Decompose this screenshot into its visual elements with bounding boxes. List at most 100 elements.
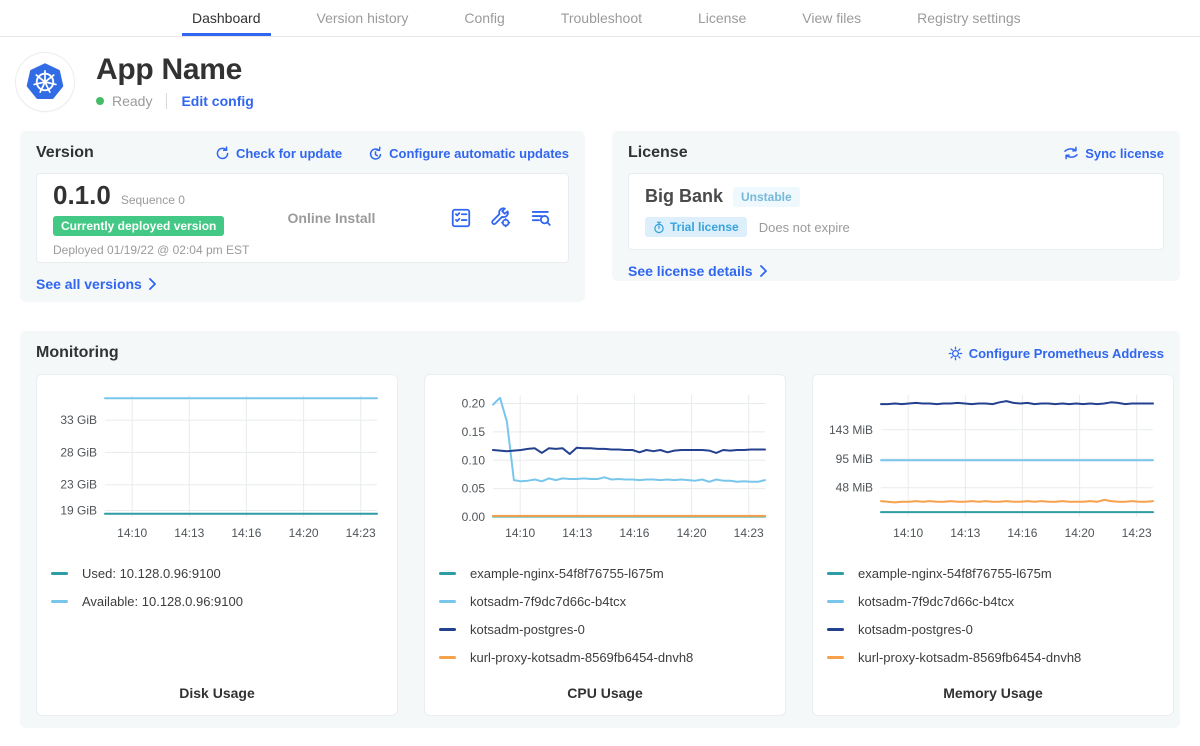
- license-customer-name: Big Bank: [645, 186, 723, 207]
- svg-text:0.20: 0.20: [462, 397, 486, 411]
- top-nav: Dashboard Version history Config Troublesho…: [0, 0, 1200, 37]
- see-license-details-link[interactable]: See license details: [628, 263, 768, 279]
- legend-swatch: [827, 656, 844, 659]
- tab-view-files[interactable]: View files: [792, 0, 871, 36]
- svg-text:14:16: 14:16: [231, 526, 261, 540]
- legend-swatch: [827, 600, 844, 603]
- tab-config[interactable]: Config: [454, 0, 514, 36]
- chart-plot-memory-usage: 14:1014:1314:1614:2014:23143 MiB95 MiB48…: [827, 385, 1159, 551]
- tab-troubleshoot[interactable]: Troubleshoot: [551, 0, 652, 36]
- tab-version-history[interactable]: Version history: [307, 0, 419, 36]
- legend-label: kotsadm-7f9dc7d66c-b4tcx: [858, 594, 1014, 609]
- svg-text:14:10: 14:10: [893, 526, 923, 540]
- license-title: License: [628, 144, 688, 162]
- edit-config-link[interactable]: Edit config: [181, 93, 253, 109]
- legend-item: kotsadm-7f9dc7d66c-b4tcx: [827, 587, 1159, 615]
- version-title: Version: [36, 144, 94, 162]
- legend-swatch: [439, 628, 456, 631]
- license-expiry: Does not expire: [759, 220, 850, 235]
- tab-license[interactable]: License: [688, 0, 756, 36]
- clock-refresh-icon: [368, 146, 383, 161]
- legend-swatch: [439, 656, 456, 659]
- app-header: App Name Ready Edit config: [0, 37, 1200, 111]
- tab-registry-settings[interactable]: Registry settings: [907, 0, 1030, 36]
- chart-title-disk-usage: Disk Usage: [51, 685, 383, 703]
- sync-license-button[interactable]: Sync license: [1063, 146, 1164, 161]
- see-all-versions-link[interactable]: See all versions: [36, 276, 157, 292]
- legend-item: kurl-proxy-kotsadm-8569fb6454-dnvh8: [827, 643, 1159, 671]
- chart-title-cpu-usage: CPU Usage: [439, 685, 771, 703]
- legend-label: Used: 10.128.0.96:9100: [82, 566, 221, 581]
- current-version-card: 0.1.0 Sequence 0 Currently deployed vers…: [36, 173, 569, 263]
- tab-dashboard[interactable]: Dashboard: [182, 0, 271, 36]
- monitoring-title: Monitoring: [36, 344, 119, 362]
- divider: [166, 93, 167, 109]
- chart-plot-cpu-usage: 14:1014:1314:1614:2014:230.200.150.100.0…: [439, 385, 771, 551]
- legend-label: kotsadm-7f9dc7d66c-b4tcx: [470, 594, 626, 609]
- monitoring-section: Monitoring: [20, 331, 1180, 728]
- chart-legend: Used: 10.128.0.96:9100 Available: 10.128.…: [51, 559, 383, 615]
- svg-text:14:10: 14:10: [117, 526, 147, 540]
- license-info-card: Big Bank Unstable Trial l: [628, 173, 1164, 250]
- svg-text:143 MiB: 143 MiB: [829, 423, 873, 437]
- svg-text:33 GiB: 33 GiB: [60, 413, 97, 427]
- legend-label: Available: 10.128.0.96:9100: [82, 594, 243, 609]
- stopwatch-icon: [653, 221, 665, 234]
- trial-license-badge: Trial license: [645, 217, 747, 237]
- legend-item: Used: 10.128.0.96:9100: [51, 559, 383, 587]
- legend-item: example-nginx-54f8f76755-l675m: [439, 559, 771, 587]
- chart-card-memory-usage: 14:1014:1314:1614:2014:23143 MiB95 MiB48…: [812, 374, 1174, 716]
- configure-prometheus-button[interactable]: Configure Prometheus Address: [948, 346, 1164, 361]
- status-dot: [96, 97, 104, 105]
- app-title: App Name: [96, 53, 254, 87]
- svg-text:14:16: 14:16: [619, 526, 649, 540]
- legend-item: example-nginx-54f8f76755-l675m: [827, 559, 1159, 587]
- deploy-logs-search-icon[interactable]: [530, 207, 552, 229]
- svg-text:19 GiB: 19 GiB: [60, 504, 97, 518]
- swap-arrows-icon: [1063, 146, 1079, 160]
- svg-text:14:13: 14:13: [950, 526, 980, 540]
- nav-tabs: Dashboard Version history Config Troublesho…: [182, 0, 1200, 36]
- app-status-row: Ready Edit config: [96, 93, 254, 109]
- chart-card-cpu-usage: 14:1014:1314:1614:2014:230.200.150.100.0…: [424, 374, 786, 716]
- legend-item: kotsadm-postgres-0: [827, 615, 1159, 643]
- refresh-icon: [215, 146, 230, 161]
- legend-item: kotsadm-7f9dc7d66c-b4tcx: [439, 587, 771, 615]
- legend-item: kurl-proxy-kotsadm-8569fb6454-dnvh8: [439, 643, 771, 671]
- chart-title-memory-usage: Memory Usage: [827, 685, 1159, 703]
- legend-item: Available: 10.128.0.96:9100: [51, 587, 383, 615]
- svg-text:0.05: 0.05: [462, 482, 486, 496]
- chart-legend: example-nginx-54f8f76755-l675m kotsadm-7f…: [439, 559, 771, 671]
- chevron-right-icon: [759, 265, 768, 277]
- kubernetes-logo-icon: [16, 53, 74, 111]
- svg-text:14:13: 14:13: [562, 526, 592, 540]
- check-for-update-button[interactable]: Check for update: [215, 146, 342, 161]
- legend-swatch: [51, 600, 68, 603]
- version-sequence: Sequence 0: [121, 193, 185, 207]
- svg-text:23 GiB: 23 GiB: [60, 478, 97, 492]
- svg-text:0.10: 0.10: [462, 453, 486, 467]
- svg-text:14:10: 14:10: [505, 526, 535, 540]
- gear-icon: [948, 346, 963, 361]
- configure-automatic-updates-button[interactable]: Configure automatic updates: [368, 146, 569, 161]
- channel-badge: Unstable: [733, 187, 800, 207]
- svg-text:14:13: 14:13: [174, 526, 204, 540]
- legend-label: example-nginx-54f8f76755-l675m: [858, 566, 1052, 581]
- legend-swatch: [827, 628, 844, 631]
- config-wrench-icon[interactable]: [490, 207, 512, 229]
- preflight-checklist-icon[interactable]: [450, 207, 472, 229]
- legend-swatch: [439, 572, 456, 575]
- legend-label: kotsadm-postgres-0: [470, 622, 585, 637]
- license-card: License Sync license Big Bank: [612, 131, 1180, 281]
- legend-swatch: [51, 572, 68, 575]
- svg-text:14:23: 14:23: [346, 526, 376, 540]
- legend-label: kurl-proxy-kotsadm-8569fb6454-dnvh8: [858, 650, 1081, 665]
- svg-text:95 MiB: 95 MiB: [836, 452, 873, 466]
- svg-text:14:16: 14:16: [1007, 526, 1037, 540]
- svg-text:14:20: 14:20: [677, 526, 707, 540]
- chart-legend: example-nginx-54f8f76755-l675m kotsadm-7f…: [827, 559, 1159, 671]
- deployed-badge: Currently deployed version: [53, 216, 224, 236]
- deployed-timestamp: Deployed 01/19/22 @ 02:04 pm EST: [53, 243, 288, 257]
- charts-row: 14:1014:1314:1614:2014:2333 GiB28 GiB23 …: [36, 374, 1164, 716]
- svg-text:14:20: 14:20: [289, 526, 319, 540]
